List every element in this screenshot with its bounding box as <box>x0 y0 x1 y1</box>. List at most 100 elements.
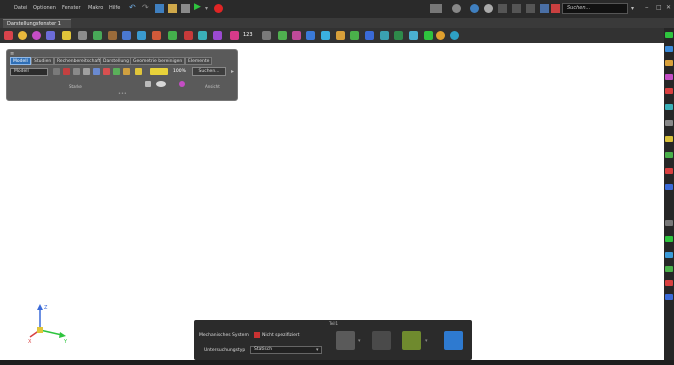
cloud-icon[interactable] <box>540 4 549 13</box>
contact-icon[interactable] <box>213 31 222 40</box>
pencil-icon[interactable] <box>108 31 117 40</box>
tree-tool-icon[interactable] <box>665 152 673 158</box>
connector-icon[interactable] <box>365 31 374 40</box>
beam-icon[interactable] <box>306 31 315 40</box>
arrow-icon[interactable] <box>424 31 433 40</box>
view-tool-icon[interactable] <box>665 220 673 226</box>
results-icon[interactable] <box>444 331 463 350</box>
save-icon[interactable] <box>181 4 190 13</box>
user-icon[interactable] <box>551 4 560 13</box>
eye-icon[interactable] <box>156 81 166 87</box>
sphere-icon[interactable] <box>18 31 27 40</box>
material-icon[interactable] <box>168 31 177 40</box>
run-icon[interactable]: ▶ <box>194 2 203 12</box>
redo-icon[interactable]: ↷ <box>142 3 151 12</box>
part-setup-icon[interactable] <box>336 331 355 350</box>
flag-tool-icon[interactable] <box>665 280 673 286</box>
bolt-icon[interactable] <box>350 31 359 40</box>
tab-model[interactable]: Modell <box>10 57 31 65</box>
panel-resize-icon[interactable]: ••• <box>118 91 127 97</box>
pipe-icon[interactable] <box>93 31 102 40</box>
gear-icon[interactable] <box>78 31 87 40</box>
screen-capture-icon[interactable] <box>430 4 442 13</box>
model-select[interactable]: Modell <box>10 68 48 76</box>
menu-window[interactable]: Fenster <box>62 5 81 11</box>
bars-tool-icon[interactable] <box>665 266 673 272</box>
chevron-down-icon[interactable]: ▾ <box>205 5 214 14</box>
part-icon[interactable] <box>46 31 55 40</box>
check-tool-icon[interactable] <box>665 236 673 242</box>
fit-icon[interactable] <box>278 31 287 40</box>
marker-tool-icon[interactable] <box>665 168 673 174</box>
cyan-tool-icon[interactable] <box>665 104 673 110</box>
zoom-value[interactable]: 123 <box>243 32 253 38</box>
delete-icon[interactable] <box>103 68 110 75</box>
layer-icon[interactable] <box>394 31 403 40</box>
group-icon[interactable] <box>113 68 120 75</box>
weld-icon[interactable] <box>336 31 345 40</box>
cut-icon[interactable] <box>63 68 70 75</box>
star-icon[interactable] <box>436 31 445 40</box>
menu-options[interactable]: Optionen <box>33 5 56 11</box>
menu-help[interactable]: Hilfe <box>109 5 120 11</box>
menu-file[interactable]: Datei <box>14 5 27 11</box>
ball-icon[interactable] <box>32 31 41 40</box>
search-input[interactable]: Suchen... <box>562 3 628 14</box>
grid-icon[interactable] <box>380 31 389 40</box>
mech-system-value[interactable]: Nicht spezifiziert <box>262 333 300 338</box>
blue-tool-icon[interactable] <box>665 46 673 52</box>
tab-viewport-1[interactable]: Darstellungsfenster 1 <box>3 19 71 28</box>
stop-icon[interactable] <box>214 4 223 13</box>
gold-tool-icon[interactable] <box>665 136 673 142</box>
chevron-down-icon[interactable]: ▾ <box>316 347 319 353</box>
new-file-icon[interactable] <box>155 4 164 13</box>
search-dropdown-icon[interactable]: ▾ <box>631 5 640 14</box>
load-icon[interactable] <box>137 31 146 40</box>
minimize-icon[interactable]: – <box>645 3 654 12</box>
tool-icon[interactable] <box>512 4 521 13</box>
shell-icon[interactable] <box>321 31 330 40</box>
help-icon[interactable] <box>484 4 493 13</box>
mesh-icon[interactable] <box>4 31 13 40</box>
support-icon[interactable] <box>152 31 161 40</box>
tab-readiness[interactable]: Rechenbereitschaft <box>54 57 104 65</box>
chart-icon[interactable] <box>526 4 535 13</box>
menu-macro[interactable]: Makro <box>88 5 103 11</box>
chevron-down-icon[interactable]: ▾ <box>425 338 428 344</box>
color-icon[interactable] <box>123 68 130 75</box>
paint-icon[interactable] <box>179 81 185 87</box>
surface-icon[interactable] <box>62 31 71 40</box>
dropdown-icon[interactable] <box>262 31 271 40</box>
rotate-icon[interactable] <box>122 31 131 40</box>
select-icon[interactable] <box>53 68 60 75</box>
measure-icon[interactable] <box>292 31 301 40</box>
funnel-icon[interactable] <box>145 81 151 87</box>
maximize-icon[interactable]: □ <box>656 4 665 13</box>
copy-icon[interactable] <box>73 68 80 75</box>
chevron-down-icon[interactable]: ▾ <box>358 338 361 344</box>
panel-scroll-right-icon[interactable]: ▸ <box>231 68 234 75</box>
section-icon[interactable] <box>198 31 207 40</box>
load-setup-icon[interactable] <box>372 331 391 350</box>
green-tool-icon[interactable] <box>665 32 673 38</box>
tab-elements[interactable]: Elemente <box>185 57 213 65</box>
globe-tool-icon[interactable] <box>665 294 673 300</box>
info-icon[interactable] <box>470 4 479 13</box>
solver-icon[interactable] <box>409 31 418 40</box>
open-folder-icon[interactable] <box>168 4 177 13</box>
settings-icon[interactable] <box>452 4 461 13</box>
red-tool-icon[interactable] <box>665 88 673 94</box>
brush-icon[interactable] <box>184 31 193 40</box>
analysis-type-select[interactable]: Statisch <box>250 346 322 354</box>
yellow-tool-icon[interactable] <box>665 60 673 66</box>
pattern-icon[interactable] <box>230 31 239 40</box>
link-icon[interactable] <box>498 4 507 13</box>
purple-tool-icon[interactable] <box>665 74 673 80</box>
grey-tool-icon[interactable] <box>665 120 673 126</box>
layer-tool-icon[interactable] <box>665 184 673 190</box>
transparency-value[interactable]: 100% <box>173 69 186 74</box>
highlight-icon[interactable] <box>150 68 168 75</box>
list-tool-icon[interactable] <box>665 252 673 258</box>
tab-geometry-cleanup[interactable]: Geometrie bereinigen <box>130 57 186 65</box>
close-icon[interactable]: ✕ <box>666 4 674 13</box>
